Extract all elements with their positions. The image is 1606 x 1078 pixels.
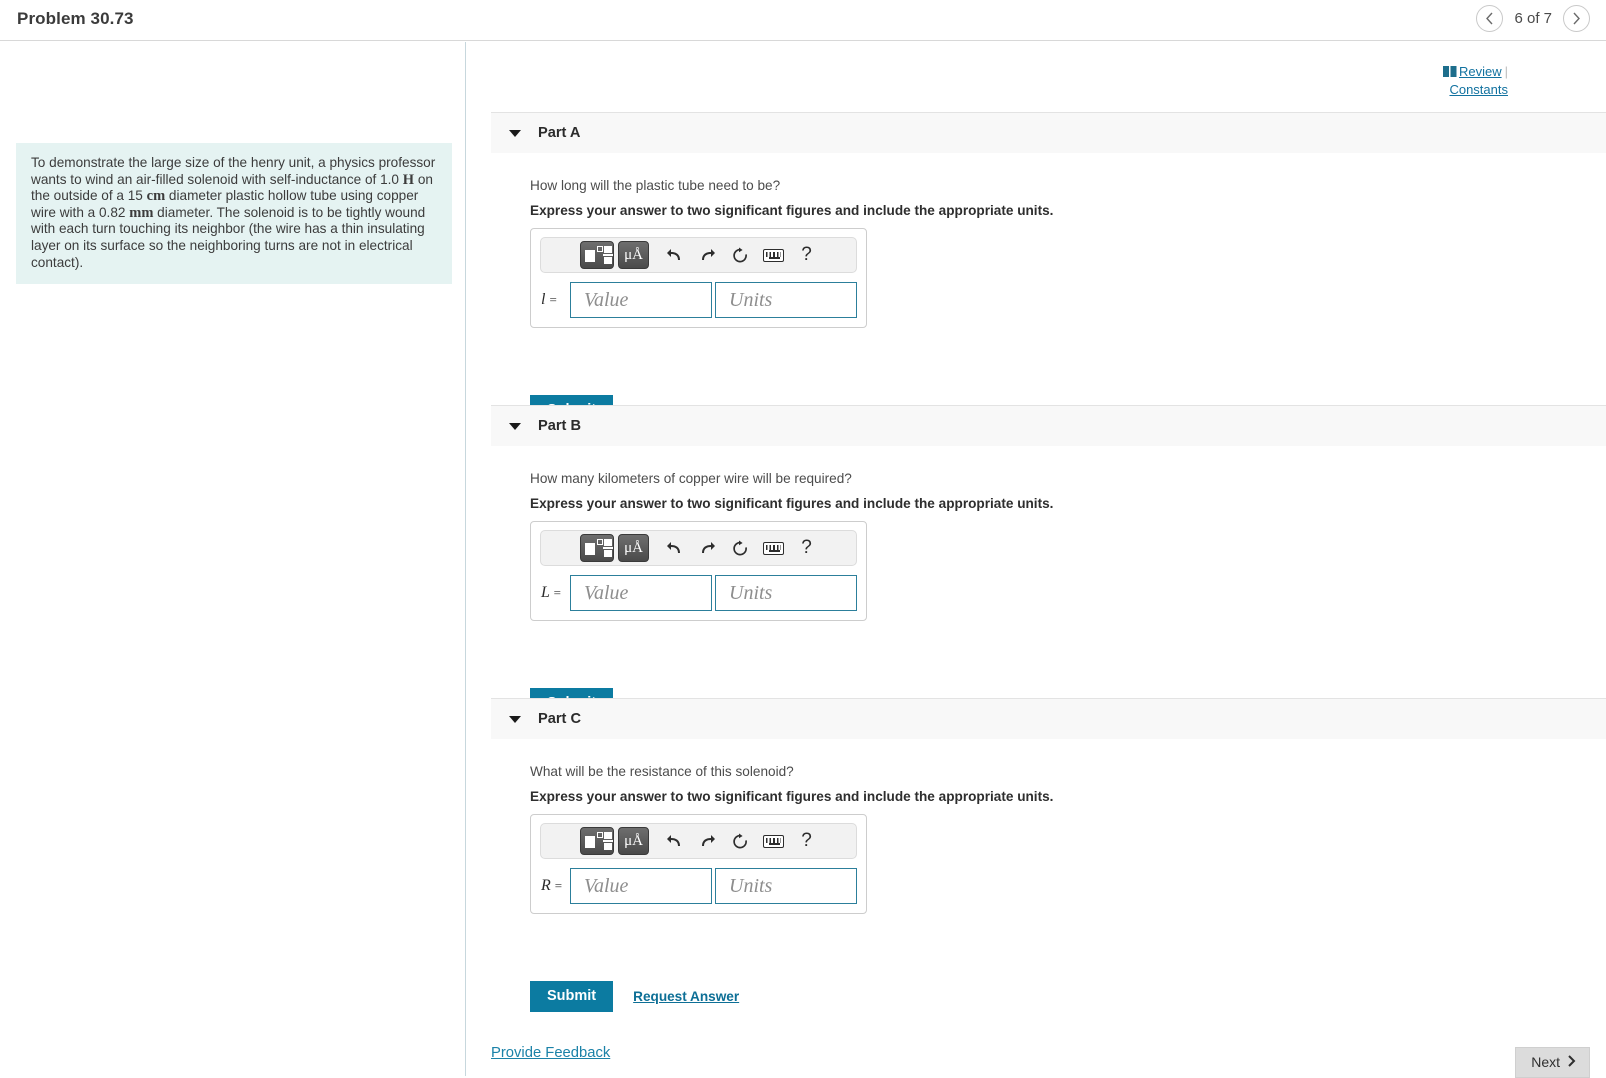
next-button[interactable]: Next (1515, 1047, 1590, 1078)
book-icon (1442, 64, 1457, 81)
pagination: 6 of 7 (1476, 5, 1590, 32)
part-title-c: Part C (538, 711, 581, 727)
math-template-icon[interactable] (580, 241, 614, 269)
help-question-icon[interactable]: ? (790, 240, 823, 270)
question-instruction-b: Express your answer to two significant f… (530, 496, 1054, 511)
input-row-a: l = (540, 282, 857, 318)
next-problem-button[interactable] (1563, 5, 1590, 32)
variable-label-c: R = (541, 877, 563, 894)
part-title-a: Part A (538, 125, 581, 141)
keyboard-icon[interactable] (757, 533, 790, 563)
question-text-c: What will be the resistance of this sole… (530, 764, 794, 779)
redo-arrow-icon[interactable] (691, 533, 724, 563)
input-row-c: R = (540, 868, 857, 904)
page-title: Problem 30.73 (17, 9, 134, 28)
link-separator: | (1504, 64, 1508, 79)
value-input-b[interactable] (570, 575, 712, 611)
help-question-icon[interactable]: ? (790, 533, 823, 563)
prev-problem-button[interactable] (1476, 5, 1504, 32)
micro-angstrom-icon[interactable]: μÅ (618, 534, 649, 562)
problem-statement: To demonstrate the large size of the hen… (16, 143, 452, 285)
variable-label-a: l = (541, 291, 557, 308)
unit-label: μÅ (624, 832, 643, 849)
chevron-right-icon (1567, 1054, 1576, 1070)
next-button-label: Next (1531, 1054, 1560, 1070)
math-template-icon[interactable] (580, 534, 614, 562)
variable-label-b: L = (541, 584, 561, 601)
unit-label: μÅ (624, 539, 643, 556)
math-template-icon[interactable] (580, 827, 614, 855)
micro-angstrom-icon[interactable]: μÅ (618, 241, 649, 269)
keyboard-icon[interactable] (757, 240, 790, 270)
reset-circle-icon[interactable] (724, 826, 757, 856)
part-header-c[interactable]: Part C (491, 698, 1606, 739)
undo-arrow-icon[interactable] (658, 240, 691, 270)
keyboard-icon[interactable] (757, 826, 790, 856)
submit-row-c: Submit Request Answer (530, 981, 739, 1012)
answer-panel: Review | Constants Part A How long will t… (467, 42, 1606, 1078)
problem-panel: To demonstrate the large size of the hen… (0, 42, 466, 1076)
unit-label: μÅ (624, 246, 643, 263)
review-link[interactable]: Review (1459, 64, 1502, 79)
provide-feedback-link[interactable]: Provide Feedback (491, 1045, 610, 1061)
undo-arrow-icon[interactable] (658, 826, 691, 856)
question-instruction-a: Express your answer to two significant f… (530, 203, 1054, 218)
input-row-b: L = (540, 575, 857, 611)
question-instruction-c: Express your answer to two significant f… (530, 789, 1054, 804)
math-toolbar-a: μÅ ? (540, 237, 857, 273)
question-text-b: How many kilometers of copper wire will … (530, 471, 852, 486)
caret-down-icon[interactable] (509, 129, 521, 137)
reset-circle-icon[interactable] (724, 240, 757, 270)
caret-down-icon[interactable] (509, 422, 521, 430)
micro-angstrom-icon[interactable]: μÅ (618, 827, 649, 855)
request-answer-link-c[interactable]: Request Answer (633, 989, 739, 1004)
answer-box-b: μÅ ? L = (530, 521, 867, 621)
value-input-c[interactable] (570, 868, 712, 904)
part-header-a[interactable]: Part A (491, 112, 1606, 153)
answer-box-c: μÅ ? R = (530, 814, 867, 914)
submit-button-c[interactable]: Submit (530, 981, 614, 1012)
top-bar: Problem 30.73 6 of 7 (0, 0, 1606, 41)
caret-down-icon[interactable] (509, 715, 521, 723)
units-input-a[interactable] (715, 282, 857, 318)
question-text-a: How long will the plastic tube need to b… (530, 178, 781, 193)
pagination-label: 6 of 7 (1514, 10, 1552, 27)
redo-arrow-icon[interactable] (691, 826, 724, 856)
part-header-b[interactable]: Part B (491, 405, 1606, 446)
constants-link[interactable]: Constants (1449, 82, 1508, 97)
math-toolbar-c: μÅ ? (540, 823, 857, 859)
answer-box-a: μÅ ? l = (530, 228, 867, 328)
review-constants-links: Review | Constants (1442, 63, 1508, 98)
part-title-b: Part B (538, 418, 581, 434)
units-input-c[interactable] (715, 868, 857, 904)
undo-arrow-icon[interactable] (658, 533, 691, 563)
reset-circle-icon[interactable] (724, 533, 757, 563)
redo-arrow-icon[interactable] (691, 240, 724, 270)
math-toolbar-b: μÅ ? (540, 530, 857, 566)
help-question-icon[interactable]: ? (790, 826, 823, 856)
value-input-a[interactable] (570, 282, 712, 318)
units-input-b[interactable] (715, 575, 857, 611)
